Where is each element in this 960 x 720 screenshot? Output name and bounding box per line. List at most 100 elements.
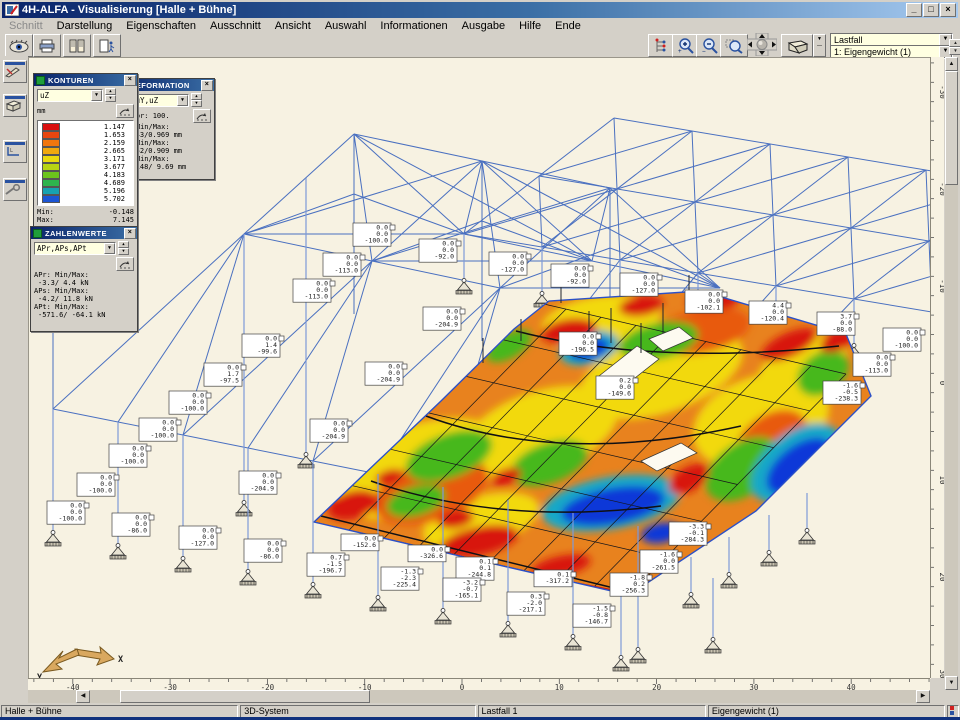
- menu-item-ansicht[interactable]: Ansicht: [268, 19, 318, 33]
- left-tool-column: L: [0, 56, 28, 690]
- box-tool-button[interactable]: [3, 94, 27, 117]
- ruler-label: 10: [938, 475, 944, 485]
- vertical-scroll-thumb[interactable]: [945, 71, 958, 185]
- support-icon: [456, 279, 472, 295]
- horizontal-scrollbar[interactable]: ◀ ▶: [28, 690, 930, 703]
- axonometry-button[interactable]: [781, 34, 813, 57]
- close-icon[interactable]: ×: [124, 75, 136, 86]
- draw-tool-button[interactable]: [3, 60, 27, 83]
- exit-button[interactable]: [93, 34, 121, 57]
- legend-max-row: Max:7.145: [37, 216, 134, 224]
- value-label: -1.5-0.8-146.7: [573, 604, 615, 627]
- value-label: -1.3-2.3-225.4: [381, 567, 423, 590]
- report-button[interactable]: [63, 34, 91, 57]
- svg-text:−: −: [702, 48, 706, 54]
- menu-item-ende[interactable]: Ende: [548, 19, 588, 33]
- axes-tool-button[interactable]: L: [3, 140, 27, 163]
- pencil-icon: [4, 66, 22, 78]
- legend-min-row: Min:-0.148: [37, 208, 134, 216]
- close-button[interactable]: ×: [940, 3, 956, 17]
- menu-item-schnitt: Schnitt: [2, 19, 50, 33]
- value-label: 3.70.0-88.0: [817, 312, 859, 335]
- close-icon[interactable]: ×: [124, 228, 136, 239]
- value-label: 0.20.0-149.6: [596, 376, 638, 399]
- svg-text:-256.3: -256.3: [622, 586, 646, 594]
- value-label: 0.00.0-113.0: [853, 353, 895, 376]
- minimize-button[interactable]: _: [906, 3, 922, 17]
- menu-item-darstellung[interactable]: Darstellung: [50, 19, 120, 33]
- print-button[interactable]: [33, 34, 61, 57]
- konturen-combo[interactable]: uZ ▼: [37, 89, 103, 102]
- value-label: 0.00.0-204.9: [239, 471, 281, 494]
- svg-text:-196.7: -196.7: [319, 566, 343, 574]
- palette-cap: [5, 96, 25, 99]
- title-bar[interactable]: 4H-ALFA - Visualisierung [Halle + Bühne]…: [2, 2, 958, 18]
- chevron-down-icon[interactable]: ▼: [177, 95, 188, 106]
- ruler-label: 0: [938, 381, 944, 386]
- deformation-spinner[interactable]: ▲▼: [191, 93, 202, 107]
- legend-swatch: [42, 171, 60, 179]
- value-label: 0.01.7-97.5: [204, 363, 246, 386]
- value-label: -3.2-0.7-165.1: [443, 578, 485, 601]
- legend-value: 3.677: [104, 163, 125, 171]
- support-icon: [761, 551, 777, 567]
- menu-item-informationen[interactable]: Informationen: [373, 19, 454, 33]
- status-bar: Halle + Bühne 3D-System Lastfall 1 Eigen…: [0, 704, 960, 717]
- scroll-right-icon[interactable]: ▶: [916, 690, 930, 703]
- svg-text:-100.0: -100.0: [121, 457, 145, 465]
- contour-legend: 1.1471.6532.1592.6653.1713.6774.1834.689…: [37, 120, 134, 206]
- palette-cap: [5, 62, 25, 65]
- apply-button[interactable]: [193, 109, 211, 123]
- legend-swatch: [42, 187, 60, 195]
- pan-control[interactable]: [747, 33, 777, 59]
- spinner-down-icon[interactable]: ▼: [949, 47, 960, 55]
- menu-item-ausgabe[interactable]: Ausgabe: [455, 19, 512, 33]
- svg-text:-204.9: -204.9: [251, 484, 275, 492]
- apply-button[interactable]: [116, 104, 134, 118]
- panel-konturen-titlebar[interactable]: KONTUREN ×: [34, 74, 137, 86]
- maximize-button[interactable]: □: [923, 3, 939, 17]
- svg-text:-86.0: -86.0: [259, 552, 279, 560]
- value-label: 0.00.0-113.0: [293, 279, 335, 302]
- svg-text:-146.7: -146.7: [585, 617, 609, 625]
- apply-button[interactable]: [116, 257, 134, 271]
- scroll-down-icon[interactable]: ▼: [945, 676, 958, 690]
- support-icon: [45, 531, 61, 547]
- menu-item-hilfe[interactable]: Hilfe: [512, 19, 548, 33]
- menu-item-auswahl[interactable]: Auswahl: [318, 19, 374, 33]
- loadcase-spinner[interactable]: ▲ ▼: [949, 39, 960, 55]
- value-label: 0.00.0-204.9: [423, 307, 465, 330]
- view-button[interactable]: [5, 34, 33, 57]
- svg-text:-100.0: -100.0: [151, 431, 175, 439]
- panel-zahlenwerte-titlebar[interactable]: ZAHLENWERTE ×: [31, 227, 137, 239]
- legend-row: 1.653: [40, 131, 131, 139]
- value-label: 0.00.0-113.0: [323, 253, 365, 276]
- chevron-down-icon[interactable]: ▼: [104, 243, 115, 254]
- menu-item-ausschnitt[interactable]: Ausschnitt: [203, 19, 268, 33]
- axonometry-dropdown[interactable]: ▼ —: [813, 34, 826, 57]
- spinner-up-icon[interactable]: ▲: [949, 39, 960, 47]
- scroll-left-icon[interactable]: ◀: [76, 690, 90, 703]
- chevron-down-icon[interactable]: ▼: [91, 90, 102, 101]
- vertical-scrollbar[interactable]: ▲ ▼: [945, 57, 958, 690]
- ruler-label: 20: [938, 572, 944, 582]
- close-icon[interactable]: ×: [201, 80, 213, 91]
- svg-text:-238.3: -238.3: [835, 394, 859, 402]
- menu-item-eigenschaften[interactable]: Eigenschaften: [119, 19, 203, 33]
- zahlenwerte-combo[interactable]: APr,APs,APt ▼: [34, 242, 116, 255]
- support-icon: [240, 570, 256, 586]
- zoom-window-button[interactable]: [720, 34, 748, 57]
- zahlenwerte-spinner[interactable]: ▲▼: [118, 241, 129, 255]
- value-label: 0.00.0-127.0: [620, 273, 662, 296]
- svg-text:-100.0: -100.0: [59, 514, 83, 522]
- horizontal-scroll-thumb[interactable]: [120, 690, 370, 703]
- x-axis-label: X: [118, 655, 123, 665]
- value-label: 0.00.0-92.0: [419, 239, 461, 262]
- palette-cap: [5, 180, 25, 183]
- legend-swatch: [42, 179, 60, 187]
- scroll-up-icon[interactable]: ▲: [945, 57, 958, 71]
- svg-text:-100.0: -100.0: [365, 236, 389, 244]
- minmax-row: APs: Min/Max:-4.2/ 11.8 kN: [34, 288, 134, 303]
- tools-button[interactable]: [3, 178, 27, 201]
- konturen-spinner[interactable]: ▲▼: [105, 88, 116, 102]
